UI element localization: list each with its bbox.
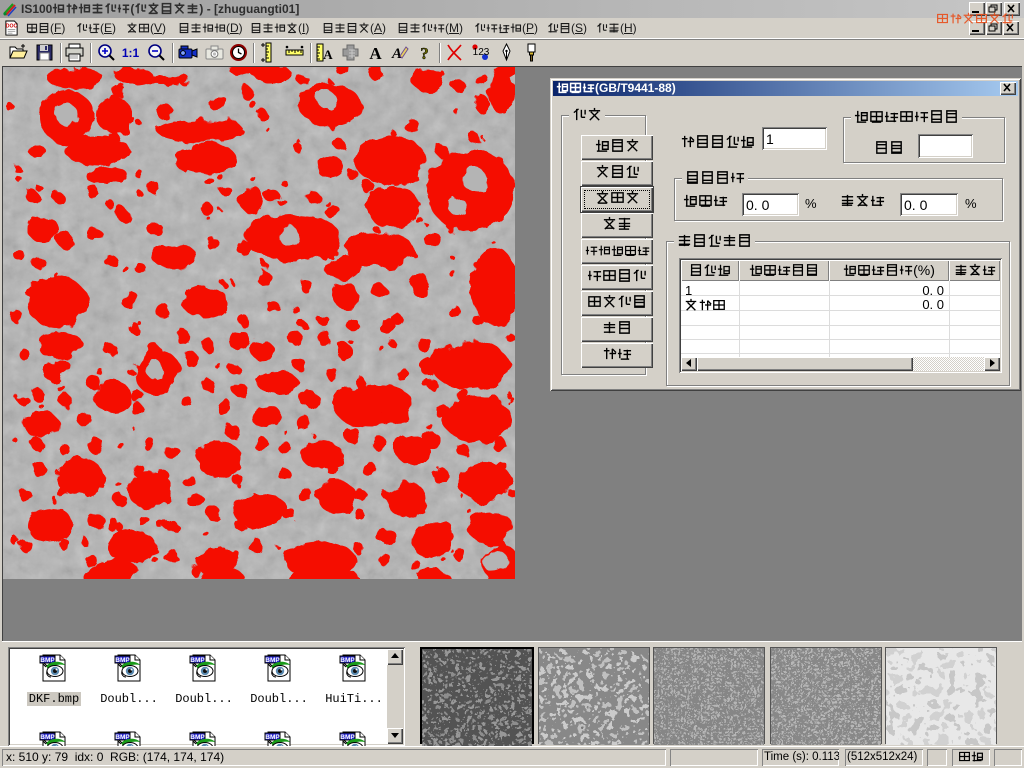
svg-text:A: A: [391, 46, 402, 62]
svg-text:DOC: DOC: [6, 24, 18, 30]
svg-text:123: 123: [473, 47, 490, 58]
svg-text:A: A: [369, 44, 382, 63]
svg-text:A: A: [323, 47, 333, 62]
svg-text:1:1: 1:1: [122, 46, 140, 60]
svg-text:?: ?: [420, 44, 429, 63]
